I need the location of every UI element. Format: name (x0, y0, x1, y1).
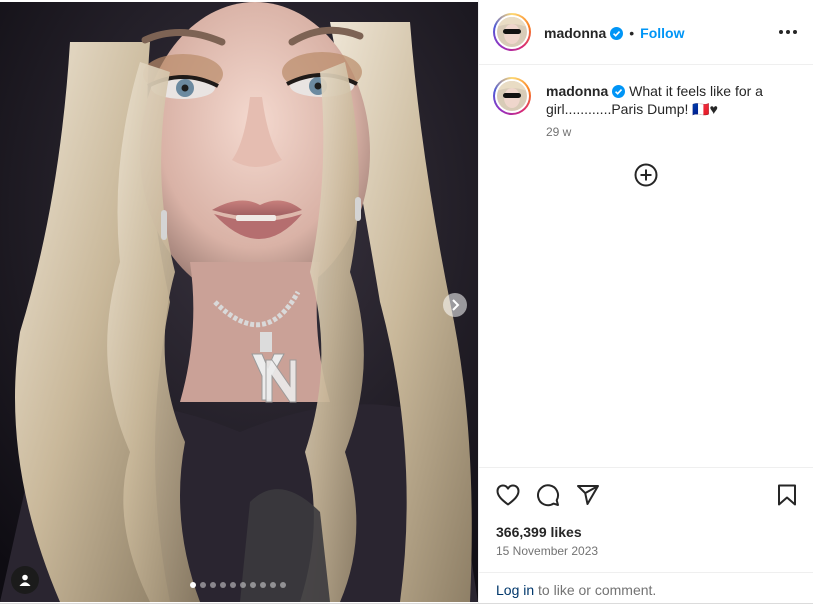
post-header: madonna • Follow (479, 0, 813, 65)
post-time-ago: 29 w (546, 125, 572, 139)
chevron-right-icon (452, 299, 460, 311)
comment-button[interactable] (536, 483, 560, 512)
login-prompt-text: Log in to like or comment. (496, 582, 656, 598)
more-options-icon (779, 30, 783, 34)
carousel-dot (250, 582, 256, 588)
carousel-dot (190, 582, 196, 588)
carousel-dot (230, 582, 236, 588)
login-suffix: to like or comment. (534, 582, 657, 598)
carousel-indicator (190, 582, 286, 588)
verified-badge-icon (610, 27, 624, 40)
caption-avatar[interactable] (493, 77, 531, 115)
login-prompt: Log in to like or comment. (479, 572, 813, 604)
username-link[interactable]: madonna (544, 25, 606, 41)
post-side-panel: madonna • Follow madonna What it feels lik… (478, 0, 813, 603)
caption-username[interactable]: madonna (546, 83, 608, 99)
heart-icon (496, 484, 520, 506)
carousel-dot (260, 582, 266, 588)
likes-count[interactable]: 366,399 likes (496, 524, 582, 540)
add-comment-icon (634, 163, 658, 187)
user-tag-button[interactable] (11, 566, 39, 594)
avatar[interactable] (493, 13, 531, 51)
add-comment-button[interactable] (634, 163, 658, 192)
header-separator: • (629, 25, 635, 41)
verified-badge-icon (612, 85, 626, 98)
comment-icon (537, 484, 560, 507)
carousel-dot (220, 582, 226, 588)
carousel-dot (200, 582, 206, 588)
follow-button[interactable]: Follow (640, 25, 684, 41)
carousel-dot (280, 582, 286, 588)
save-button[interactable] (777, 484, 797, 511)
carousel-dot (210, 582, 216, 588)
post-date: 15 November 2023 (496, 544, 599, 558)
user-tag-icon (19, 574, 31, 586)
more-options-button[interactable] (779, 30, 797, 34)
share-icon (577, 485, 599, 505)
bookmark-icon (778, 484, 796, 506)
like-button[interactable] (496, 484, 520, 511)
post-media (0, 2, 478, 602)
carousel-next-button[interactable] (443, 293, 467, 317)
post-modal: madonna • Follow madonna What it feels lik… (0, 0, 813, 604)
post-actions: 366,399 likes 15 November 2023 Log in to… (479, 467, 813, 603)
share-button[interactable] (576, 483, 600, 512)
carousel-dot (270, 582, 276, 588)
header-user-line: madonna • Follow (544, 25, 684, 43)
carousel-dot (240, 582, 246, 588)
post-caption: madonna What it feels like for a girl...… (546, 82, 794, 118)
post-photo (0, 2, 478, 602)
login-link[interactable]: Log in (496, 582, 534, 598)
